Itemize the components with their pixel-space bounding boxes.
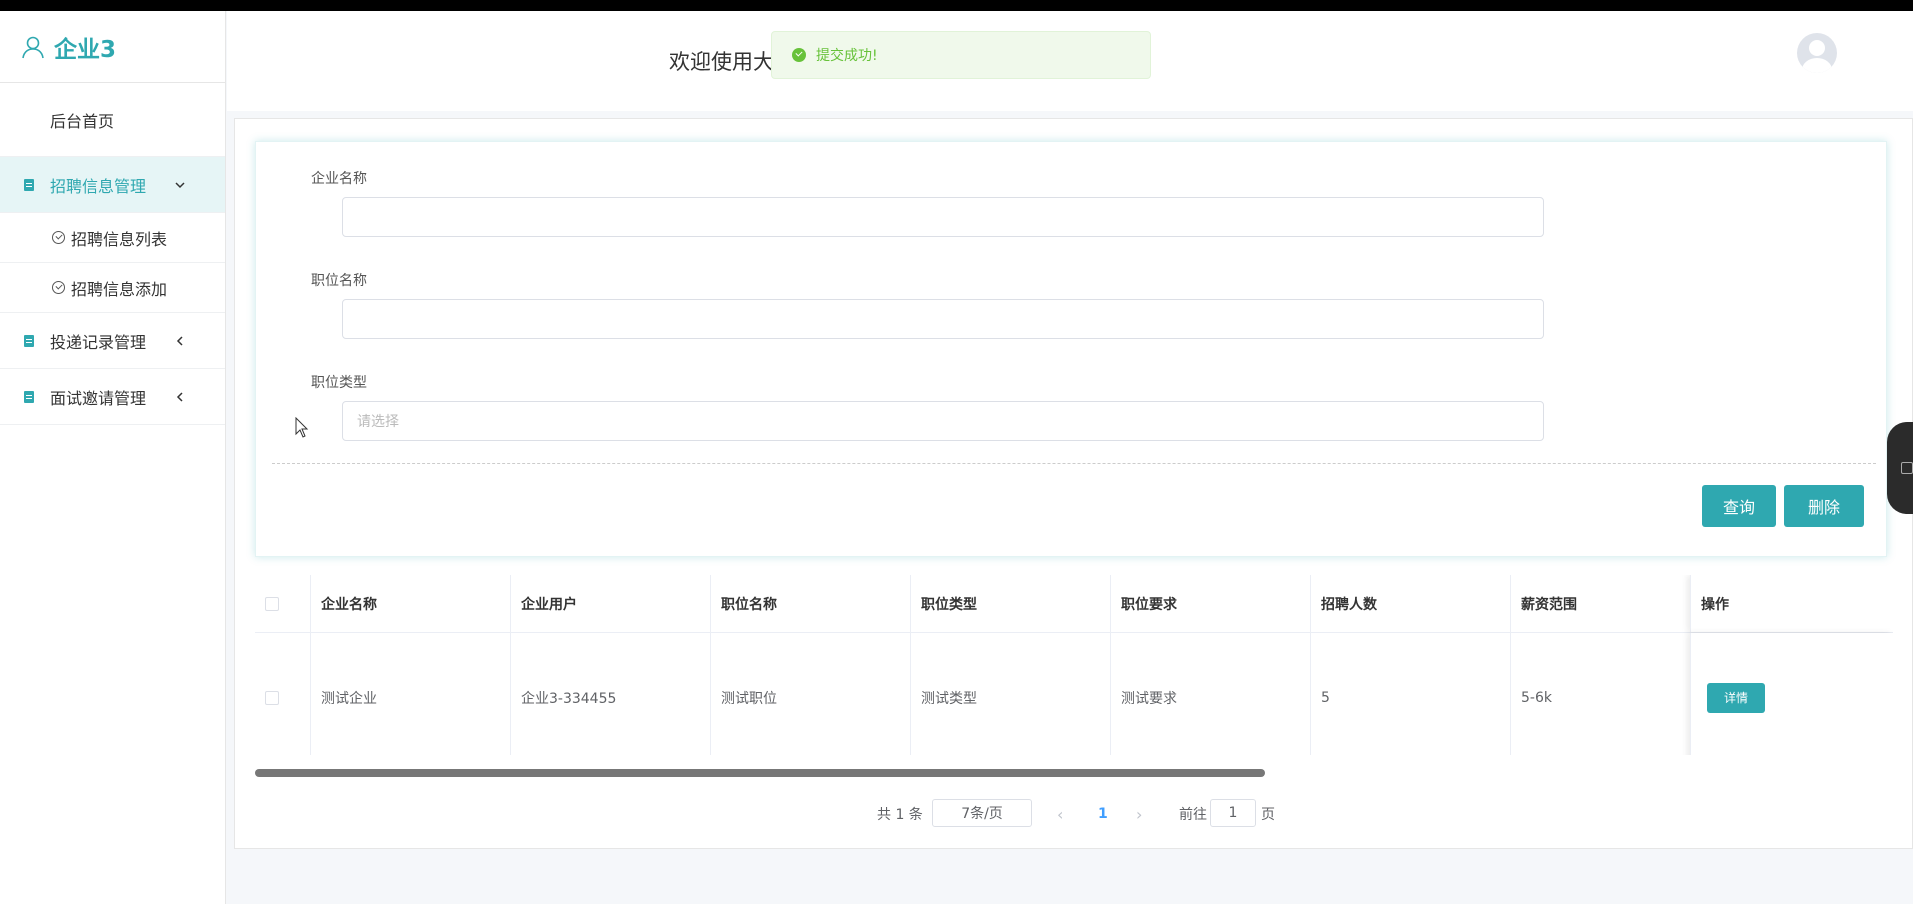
chevron-left-icon	[176, 335, 183, 346]
sidebar-item-recruit-info[interactable]: 招聘信息管理	[0, 157, 225, 213]
sidebar-item-label: 招聘信息管理	[50, 176, 147, 196]
pagination: 共 1 条 7条/页 ‹ 1 › 前往 1 页	[235, 799, 1913, 829]
main-content: 企业名称 职位名称 职位类型 请选择 查询 删除 企业名称 企业用户 职位名称 …	[234, 118, 1913, 849]
sidebar-subitem-recruit-list[interactable]: 招聘信息列表	[0, 213, 225, 263]
sidebar-item-label: 投递记录管理	[50, 332, 147, 352]
data-table: 企业名称 企业用户 职位名称 职位类型 职位要求 招聘人数 薪资范围 操作 测试…	[255, 575, 1893, 755]
delete-button[interactable]: 删除	[1784, 485, 1864, 527]
company-name-label: 企业名称	[311, 171, 367, 187]
page-size-select[interactable]: 7条/页	[932, 799, 1032, 827]
document-icon	[24, 334, 34, 347]
brand-name: 企业3	[54, 36, 117, 63]
sidebar-subitem-recruit-add[interactable]: 招聘信息添加	[0, 263, 225, 313]
avatar[interactable]	[1797, 33, 1837, 73]
brand: 企业3	[0, 11, 225, 83]
pagination-total: 共 1 条	[877, 807, 923, 823]
detail-button[interactable]: 详情	[1707, 682, 1765, 713]
goto-prefix: 前往	[1179, 807, 1207, 823]
column-header[interactable]: 职位名称	[710, 575, 910, 632]
column-header[interactable]: 职位类型	[910, 575, 1110, 632]
check-circle-icon	[52, 231, 65, 244]
table-cell: 测试职位	[710, 633, 910, 755]
column-header: 操作	[1690, 575, 1893, 632]
success-toast: 提交成功!	[771, 31, 1151, 79]
panel-icon	[1901, 462, 1913, 474]
position-type-select[interactable]: 请选择	[342, 401, 1544, 441]
toast-message: 提交成功!	[816, 48, 878, 64]
page-number[interactable]: 1	[1098, 799, 1108, 829]
search-form: 企业名称 职位名称 职位类型 请选择 查询 删除	[255, 141, 1887, 557]
document-icon	[24, 178, 34, 191]
divider	[272, 463, 1876, 464]
table-cell: 5	[1310, 633, 1510, 755]
chevron-left-icon	[176, 391, 183, 402]
chevron-down-icon	[175, 181, 185, 188]
table-header: 企业名称 企业用户 职位名称 职位类型 职位要求 招聘人数 薪资范围 操作	[255, 575, 1893, 633]
user-icon	[22, 36, 44, 58]
select-all-checkbox[interactable]	[265, 596, 279, 611]
column-header[interactable]: 职位要求	[1110, 575, 1310, 632]
goto-suffix: 页	[1261, 807, 1275, 823]
check-circle-icon	[52, 281, 65, 294]
sidebar-subitem-label: 招聘信息列表	[71, 229, 168, 249]
position-name-label: 职位名称	[311, 273, 367, 289]
position-type-label: 职位类型	[311, 375, 367, 391]
table-cell: 企业3-334455	[510, 633, 710, 755]
sidebar-item-delivery-records[interactable]: 投递记录管理	[0, 313, 225, 369]
table-cell: 5-6k	[1510, 633, 1690, 755]
sidebar-item-home[interactable]: 后台首页	[0, 83, 225, 157]
column-header[interactable]: 企业用户	[510, 575, 710, 632]
welcome-text: 欢迎使用大	[669, 50, 774, 74]
goto-page-input[interactable]: 1	[1210, 799, 1256, 827]
mouse-cursor-icon	[295, 417, 309, 438]
table-cell: 测试企业	[310, 633, 510, 755]
column-header[interactable]: 企业名称	[310, 575, 510, 632]
prev-page-icon[interactable]: ‹	[1057, 799, 1063, 829]
top-black-bar	[0, 0, 1913, 11]
floating-side-tab[interactable]	[1887, 422, 1913, 514]
sidebar-subitem-label: 招聘信息添加	[71, 279, 168, 299]
table-cell: 测试类型	[910, 633, 1110, 755]
table-row: 测试企业 企业3-334455 测试职位 测试类型 测试要求 5 5-6k 详情	[255, 633, 1893, 755]
company-name-input[interactable]	[342, 197, 1544, 237]
sidebar-item-interview-invites[interactable]: 面试邀请管理	[0, 369, 225, 425]
sidebar-item-label: 面试邀请管理	[50, 388, 147, 408]
column-header[interactable]: 招聘人数	[1310, 575, 1510, 632]
row-checkbox[interactable]	[265, 690, 279, 705]
query-button[interactable]: 查询	[1702, 485, 1776, 527]
position-name-input[interactable]	[342, 299, 1544, 339]
sidebar: 企业3 后台首页 招聘信息管理 招聘信息列表 招聘信息添加 投递记录管理 面试邀…	[0, 11, 226, 904]
column-header[interactable]: 薪资范围	[1510, 575, 1690, 632]
table-cell: 测试要求	[1110, 633, 1310, 755]
check-circle-icon	[792, 48, 806, 62]
next-page-icon[interactable]: ›	[1136, 799, 1142, 829]
horizontal-scrollbar[interactable]	[255, 769, 1265, 777]
document-icon	[24, 390, 34, 403]
